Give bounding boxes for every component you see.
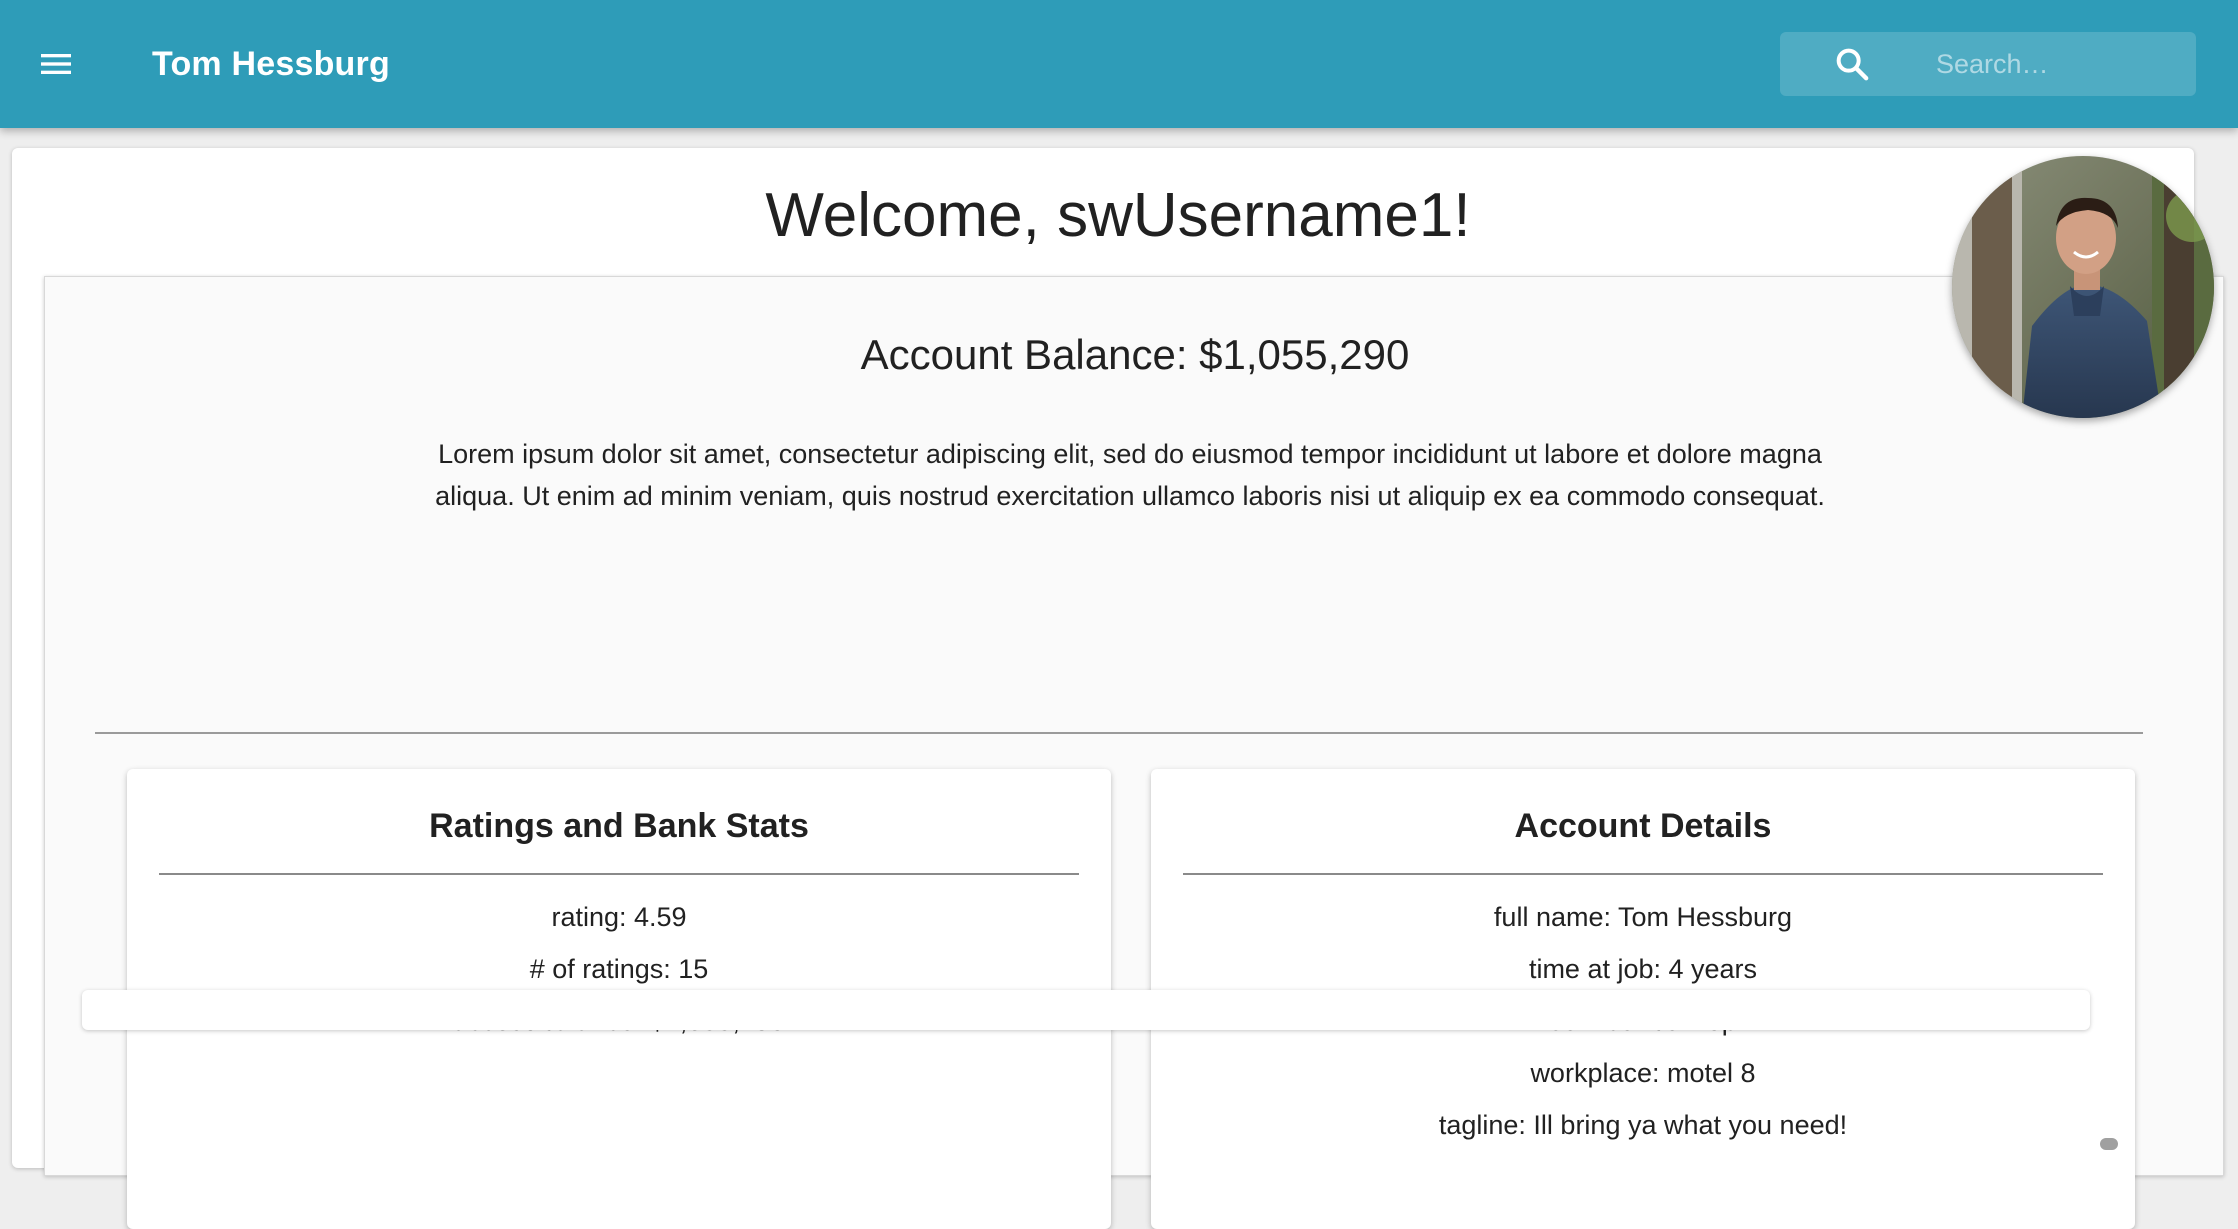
card-divider <box>159 873 1079 875</box>
detail-full-name: full name: Tom Hessburg <box>1493 902 1793 932</box>
account-summary-panel: Account Balance: $1,055,290 Lorem ipsum … <box>44 276 2224 1229</box>
account-description: Lorem ipsum dolor sit amet, consectetur … <box>435 439 1825 511</box>
search-icon <box>1836 48 1869 81</box>
detail-workplace: workplace: motel 8 <box>1530 1058 1756 1088</box>
profile-photo <box>1952 156 2214 418</box>
search-box[interactable] <box>1780 32 2196 96</box>
app-bar: Tom Hessburg <box>0 0 2238 128</box>
scrollbar-thumb[interactable] <box>2100 1138 2118 1150</box>
next-card-edge <box>82 990 2090 1030</box>
app-title: Tom Hessburg <box>152 45 390 83</box>
stat-ratings-count: # of ratings: 15 <box>529 954 709 984</box>
menu-button[interactable] <box>26 34 86 94</box>
account-balance-heading: Account Balance: $1,055,290 <box>860 331 1410 378</box>
detail-tagline: tagline: Ill bring ya what you need! <box>1438 1110 1848 1140</box>
card-title: Ratings and Bank Stats <box>429 807 809 845</box>
search-input[interactable] <box>1936 32 2186 96</box>
avatar[interactable] <box>1952 156 2214 418</box>
card-title: Account Details <box>1514 807 1772 845</box>
welcome-heading: Welcome, swUsername1! <box>765 181 1471 250</box>
section-divider <box>95 732 2143 734</box>
detail-time-at-job: time at job: 4 years <box>1528 954 1758 984</box>
card-divider <box>1183 873 2103 875</box>
stat-rating: rating: 4.59 <box>551 902 687 932</box>
hamburger-menu-icon <box>41 54 71 74</box>
